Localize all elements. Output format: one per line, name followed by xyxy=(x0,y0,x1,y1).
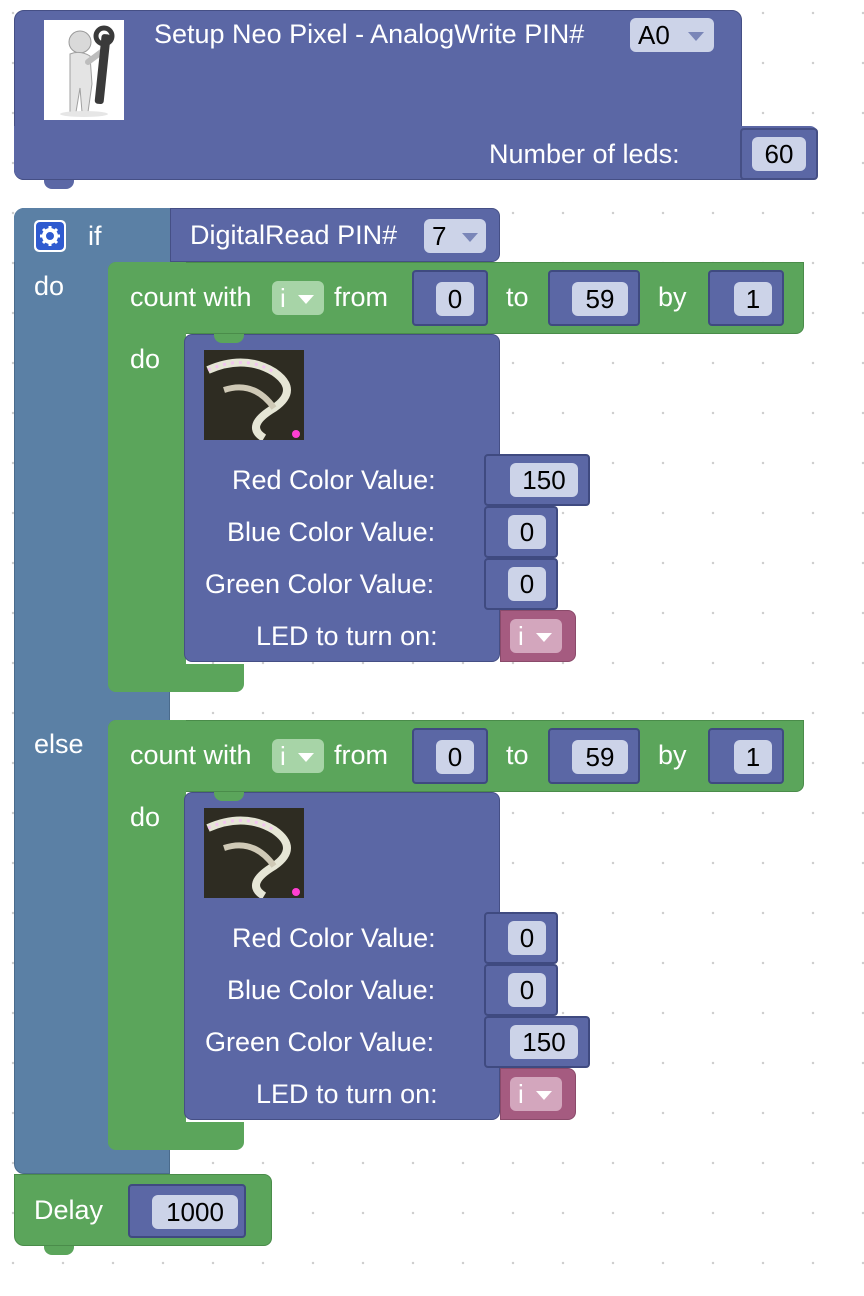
chevron-down-icon xyxy=(298,295,314,304)
chevron-down-icon xyxy=(298,753,314,762)
count-with-label: count with xyxy=(130,282,252,312)
leds-label: Number of leds: xyxy=(489,139,680,169)
delay-label: Delay xyxy=(34,1195,104,1225)
led-label: LED to turn on: xyxy=(256,621,438,651)
from-field[interactable]: 0 xyxy=(436,740,474,774)
green-field[interactable]: 0 xyxy=(508,567,546,601)
count-loop-else-footer xyxy=(108,1122,244,1150)
green-label: Green Color Value: xyxy=(205,1027,435,1057)
green-label: Green Color Value: xyxy=(205,569,435,599)
setup-title: Setup Neo Pixel - AnalogWrite PIN# xyxy=(154,19,585,49)
to-field[interactable]: 59 xyxy=(572,282,628,316)
to-label: to xyxy=(506,282,529,312)
count-with-label: count with xyxy=(130,740,252,770)
led-label: LED to turn on: xyxy=(256,1079,438,1109)
chevron-down-icon xyxy=(536,1091,552,1100)
setup-neopixel-block-lower xyxy=(14,126,818,180)
chevron-down-icon xyxy=(688,32,704,41)
red-field[interactable]: 0 xyxy=(508,921,546,955)
gear-icon[interactable] xyxy=(34,220,66,252)
to-field[interactable]: 59 xyxy=(572,740,628,774)
from-label: from xyxy=(334,740,388,770)
red-label: Red Color Value: xyxy=(232,465,436,495)
green-field[interactable]: 150 xyxy=(510,1025,578,1059)
chevron-down-icon xyxy=(536,633,552,642)
blue-label: Blue Color Value: xyxy=(227,975,436,1005)
loop-do-label: do xyxy=(130,802,161,832)
leds-count-field[interactable]: 60 xyxy=(752,137,806,171)
chevron-down-icon xyxy=(462,233,478,242)
by-label: by xyxy=(658,282,687,312)
red-field[interactable]: 150 xyxy=(510,463,578,497)
led-var-value: i xyxy=(518,621,524,651)
delay-ms-field[interactable]: 1000 xyxy=(152,1195,238,1229)
to-label: to xyxy=(506,740,529,770)
red-label: Red Color Value: xyxy=(232,923,436,953)
setup-wrench-icon xyxy=(44,20,124,120)
led-strip-image xyxy=(204,808,304,898)
digitalread-label: DigitalRead PIN# xyxy=(190,220,398,250)
count-loop-else-side xyxy=(108,720,186,1150)
delay-block-notch xyxy=(44,1246,74,1255)
blue-field[interactable]: 0 xyxy=(508,515,546,549)
setup-block-notch xyxy=(44,180,74,189)
analog-pin-value: A0 xyxy=(638,20,670,50)
else-label: else xyxy=(34,729,84,759)
led-strip-image xyxy=(204,350,304,440)
neopixel-else-notch xyxy=(214,792,244,801)
led-var-value: i xyxy=(518,1079,524,1109)
from-field[interactable]: 0 xyxy=(436,282,474,316)
count-loop-then-side xyxy=(108,262,186,692)
count-loop-then-footer xyxy=(108,664,244,692)
from-label: from xyxy=(334,282,388,312)
loop-var-value: i xyxy=(280,741,286,771)
loop-do-label: do xyxy=(130,344,161,374)
blue-field[interactable]: 0 xyxy=(508,973,546,1007)
digital-pin-value: 7 xyxy=(432,221,447,251)
loop-var-value: i xyxy=(280,283,286,313)
do-label: do xyxy=(34,271,65,301)
if-label: if xyxy=(88,221,102,251)
by-field[interactable]: 1 xyxy=(734,740,772,774)
by-field[interactable]: 1 xyxy=(734,282,772,316)
blue-label: Blue Color Value: xyxy=(227,517,436,547)
neopixel-then-notch xyxy=(214,334,244,343)
by-label: by xyxy=(658,740,687,770)
